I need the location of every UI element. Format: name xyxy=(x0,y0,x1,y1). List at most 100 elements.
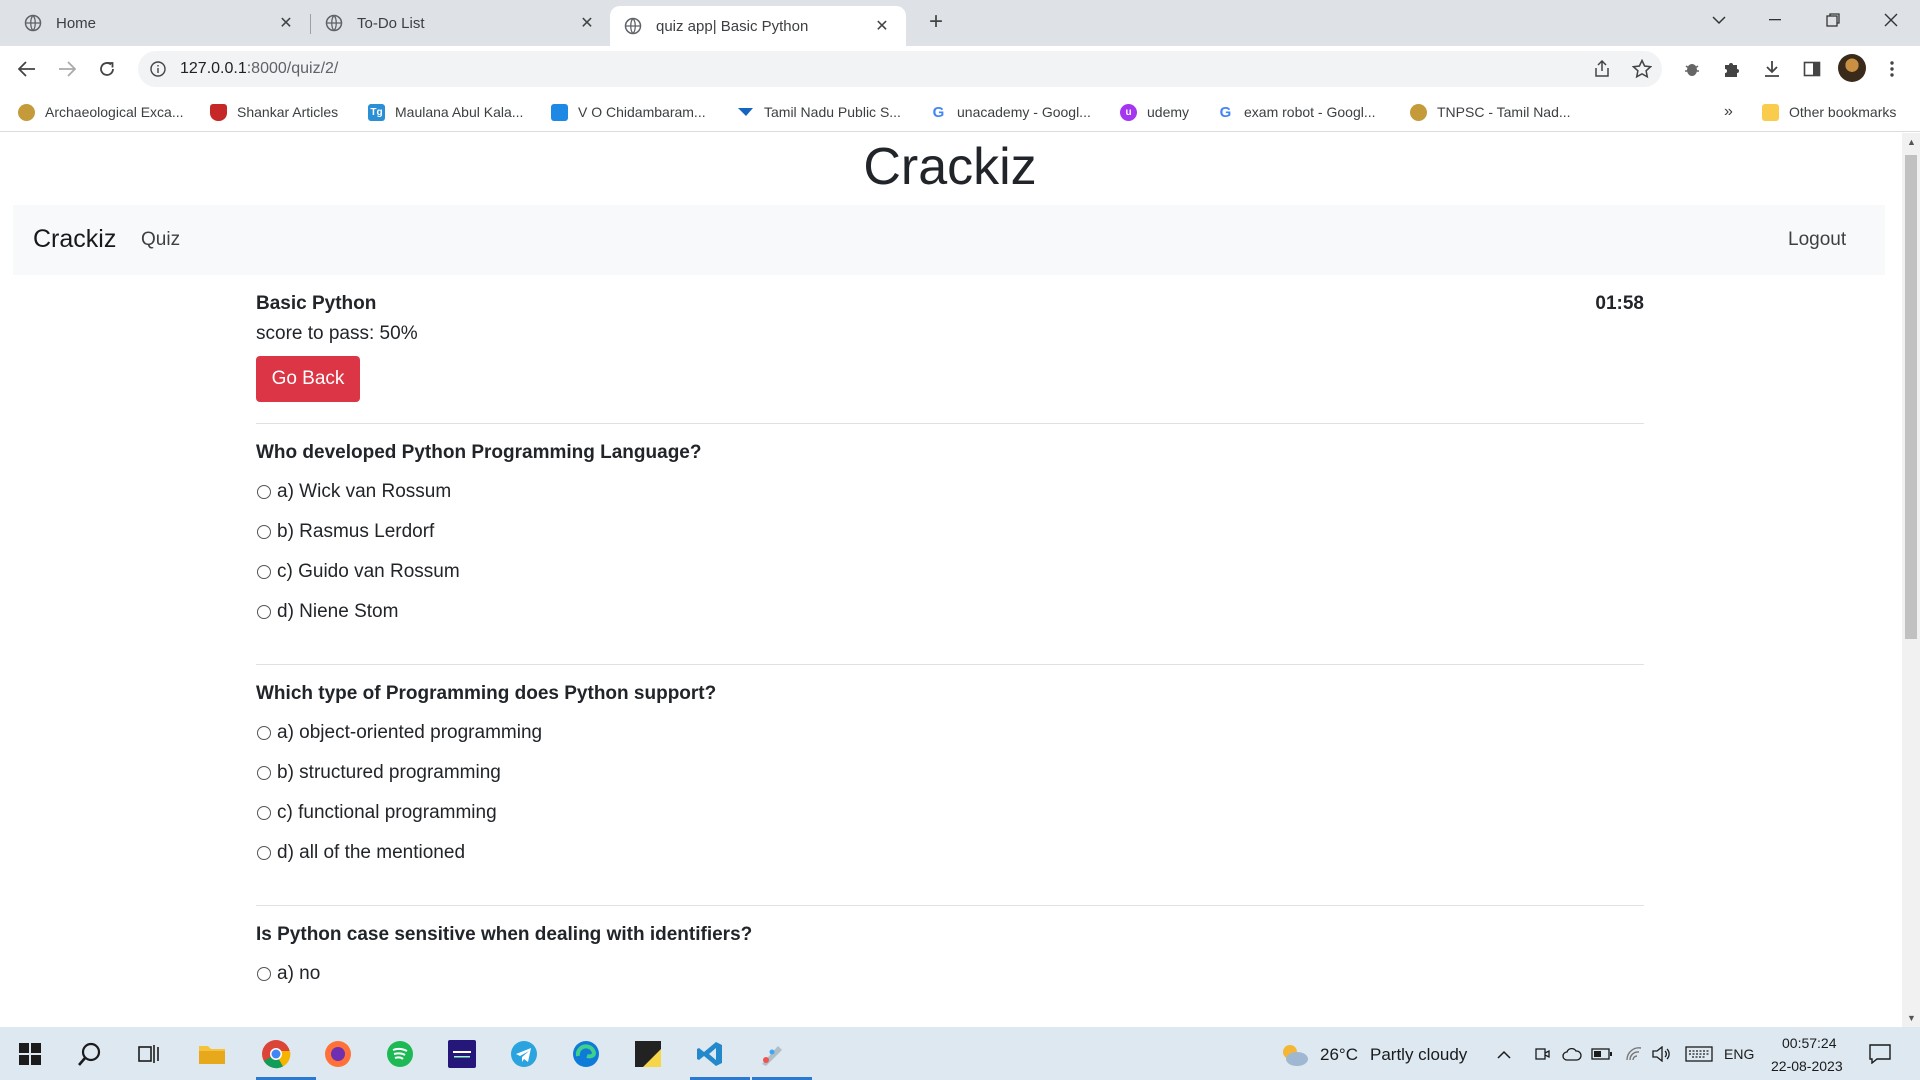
chrome-icon[interactable] xyxy=(256,1035,316,1080)
file-explorer-icon[interactable] xyxy=(192,1035,232,1073)
speaker-icon[interactable] xyxy=(1650,1035,1674,1073)
page-scrollbar[interactable]: ▲ ▼ xyxy=(1902,133,1920,1027)
bookmark-label: Shankar Articles xyxy=(237,104,339,120)
bookmark-star-icon[interactable] xyxy=(1627,54,1657,84)
more-bookmarks-button[interactable]: » xyxy=(1724,100,1733,124)
nav-link-logout[interactable]: Logout xyxy=(1788,229,1846,251)
option-a[interactable]: a) Wick van Rossum xyxy=(256,481,1644,521)
radio-button[interactable] xyxy=(257,565,271,579)
extension-bug-icon[interactable] xyxy=(1677,54,1707,84)
wifi-icon[interactable] xyxy=(1622,1035,1646,1073)
option-label: d) Niene Stom xyxy=(277,601,399,622)
option-c[interactable]: c) Guido van Rossum xyxy=(256,561,1644,601)
bookmark-item[interactable]: V O Chidambaram... xyxy=(551,100,706,124)
bookmark-item[interactable]: Shankar Articles xyxy=(210,100,338,124)
tab-quiz-app[interactable]: quiz app| Basic Python ✕ xyxy=(610,6,906,46)
clock-time[interactable]: 00:57:24 xyxy=(1782,1035,1837,1051)
radio-button[interactable] xyxy=(257,766,271,780)
radio-button[interactable] xyxy=(257,485,271,499)
address-bar[interactable]: 127.0.0.1:8000/quiz/2/ xyxy=(138,51,1662,87)
radio-button[interactable] xyxy=(257,967,271,981)
clock-date[interactable]: 22-08-2023 xyxy=(1771,1058,1843,1074)
bookmark-label: exam robot - Googl... xyxy=(1244,104,1376,120)
keyboard-icon[interactable] xyxy=(1684,1035,1714,1073)
chevron-up-icon[interactable] xyxy=(1492,1035,1516,1073)
close-window-button[interactable] xyxy=(1868,0,1914,40)
radio-button[interactable] xyxy=(257,806,271,820)
tab-search-icon[interactable] xyxy=(1696,0,1742,40)
battery-icon[interactable] xyxy=(1590,1035,1614,1073)
option-c[interactable]: c) functional programming xyxy=(256,802,1644,842)
bookmark-label: Maulana Abul Kala... xyxy=(395,104,524,120)
option-b[interactable]: b) Rasmus Lerdorf xyxy=(256,521,1644,561)
tab-strip: Home ✕ To-Do List ✕ quiz app| Basic Pyth… xyxy=(0,0,1920,46)
radio-button[interactable] xyxy=(257,525,271,539)
option-d[interactable]: d) all of the mentioned xyxy=(256,842,1644,882)
menu-kebab-icon[interactable] xyxy=(1877,54,1907,84)
scrollbar-thumb[interactable] xyxy=(1905,155,1917,639)
bookmark-item[interactable]: Gunacademy - Googl... xyxy=(930,100,1091,124)
minimize-button[interactable] xyxy=(1752,0,1798,40)
bookmark-item[interactable]: u udemy xyxy=(1120,100,1189,124)
globe-icon xyxy=(24,14,42,32)
tg-icon: Tg xyxy=(368,103,385,121)
close-tab-icon[interactable]: ✕ xyxy=(872,16,892,36)
option-a[interactable]: a) no xyxy=(256,963,1644,1003)
tab-todo[interactable]: To-Do List ✕ xyxy=(311,6,611,40)
firefox-icon[interactable] xyxy=(318,1035,358,1073)
close-tab-icon[interactable]: ✕ xyxy=(276,13,296,33)
quiz-name: Basic Python xyxy=(256,293,377,314)
onedrive-cloud-icon[interactable] xyxy=(1560,1035,1584,1073)
restore-button[interactable] xyxy=(1810,0,1856,40)
download-icon[interactable] xyxy=(1757,54,1787,84)
edge-icon[interactable] xyxy=(566,1035,606,1073)
radio-button[interactable] xyxy=(257,605,271,619)
question-2: Which type of Programming does Python su… xyxy=(256,682,1644,882)
option-d[interactable]: d) Niene Stom xyxy=(256,601,1644,641)
back-icon[interactable] xyxy=(12,54,42,84)
divider xyxy=(256,423,1644,424)
input-language[interactable]: ENG xyxy=(1724,1046,1754,1062)
radio-button[interactable] xyxy=(257,846,271,860)
amazon-music-icon[interactable] xyxy=(442,1035,482,1073)
nav-link-quiz[interactable]: Quiz xyxy=(141,229,180,251)
scroll-down-icon[interactable]: ▼ xyxy=(1907,1013,1916,1023)
spotify-icon[interactable] xyxy=(380,1035,420,1073)
scroll-up-icon[interactable]: ▲ xyxy=(1907,137,1916,147)
vscode-icon[interactable] xyxy=(690,1035,750,1080)
forward-icon[interactable] xyxy=(52,54,82,84)
sticky-notes-icon[interactable] xyxy=(628,1035,668,1073)
url-path: :8000/quiz/2/ xyxy=(246,60,339,77)
info-icon[interactable] xyxy=(150,61,166,77)
bookmark-item[interactable]: TNPSC - Tamil Nad... xyxy=(1410,100,1571,124)
folder-icon xyxy=(1762,103,1779,121)
option-b[interactable]: b) structured programming xyxy=(256,762,1644,802)
bookmark-item[interactable]: Tamil Nadu Public S... xyxy=(737,100,901,124)
search-icon[interactable] xyxy=(70,1035,110,1073)
meet-icon[interactable] xyxy=(1530,1035,1554,1073)
extensions-puzzle-icon[interactable] xyxy=(1717,54,1747,84)
share-icon[interactable] xyxy=(1587,54,1617,84)
new-tab-button[interactable]: + xyxy=(922,8,950,36)
windows-start-icon[interactable] xyxy=(10,1035,50,1073)
bookmark-item[interactable]: Archaeological Exca... xyxy=(18,100,184,124)
reload-icon[interactable] xyxy=(92,54,122,84)
go-back-button[interactable]: Go Back xyxy=(256,356,360,402)
option-a[interactable]: a) object-oriented programming xyxy=(256,722,1644,762)
navbar-brand[interactable]: Crackiz xyxy=(33,225,116,254)
radio-button[interactable] xyxy=(257,726,271,740)
option-label: c) Guido van Rossum xyxy=(277,561,460,582)
bookmark-item[interactable]: Tg Maulana Abul Kala... xyxy=(368,100,523,124)
task-view-icon[interactable] xyxy=(130,1035,170,1073)
side-panel-icon[interactable] xyxy=(1797,54,1827,84)
bookmark-item[interactable]: Gexam robot - Googl... xyxy=(1217,100,1376,124)
telegram-icon[interactable] xyxy=(504,1035,544,1073)
other-bookmarks-folder[interactable]: Other bookmarks xyxy=(1762,100,1896,124)
profile-avatar[interactable] xyxy=(1838,54,1866,82)
tab-home[interactable]: Home ✕ xyxy=(10,6,310,40)
udemy-icon: u xyxy=(1120,103,1137,121)
paint-app-icon[interactable] xyxy=(752,1035,812,1080)
close-tab-icon[interactable]: ✕ xyxy=(577,13,597,33)
weather-widget[interactable]: 26°C Partly cloudy xyxy=(1278,1041,1467,1069)
notifications-icon[interactable] xyxy=(1860,1035,1900,1073)
